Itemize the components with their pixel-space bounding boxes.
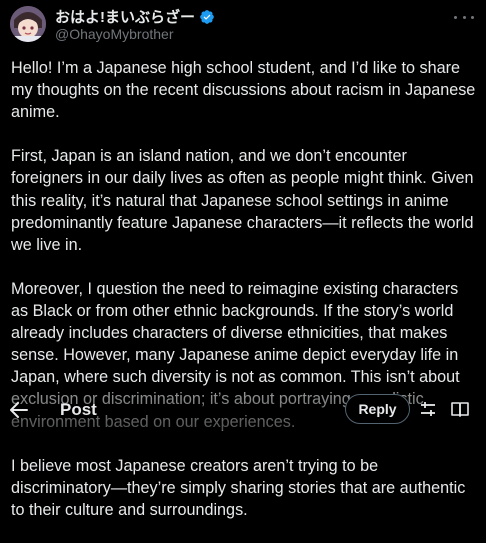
post-body: Hello! I’m a Japanese high school studen… (11, 57, 479, 543)
page-title: Post (60, 400, 97, 419)
avatar[interactable] (10, 6, 46, 42)
tune-icon[interactable] (418, 399, 438, 419)
display-name[interactable]: おはよ!まいぶらざー (55, 6, 215, 27)
reply-button[interactable]: Reply (345, 394, 410, 424)
back-arrow-icon[interactable] (10, 398, 28, 422)
user-handle[interactable]: @OhayoMybrother (55, 26, 173, 42)
reader-view-icon[interactable] (450, 399, 470, 419)
verified-badge-icon (200, 9, 214, 24)
post-header: おはよ!まいぶらざー @OhayoMybrother (0, 0, 486, 48)
post-toolbar: Post Reply (0, 390, 486, 430)
post-paragraph: I believe most Japanese creators aren’t … (11, 456, 466, 519)
display-name-text: おはよ!まいぶらざー (55, 9, 195, 26)
post-paragraph: First, Japan is an island nation, and we… (11, 147, 474, 254)
more-icon[interactable] (454, 10, 474, 24)
post-paragraph: Hello! I’m a Japanese high school studen… (11, 59, 476, 122)
